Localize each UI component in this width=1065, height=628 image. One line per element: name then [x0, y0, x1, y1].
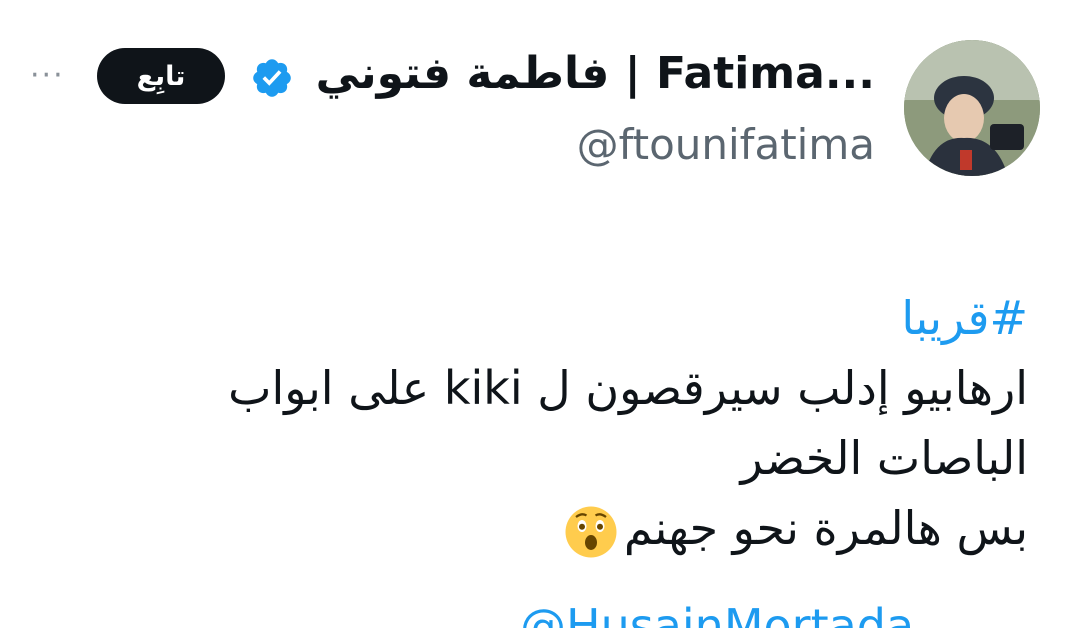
verified-badge-icon	[253, 59, 291, 97]
hashtag-link[interactable]: #قريبا	[28, 283, 1028, 353]
display-name[interactable]: فاطمة فتوني | Fatima...	[316, 46, 875, 102]
mention-link[interactable]: @HusainMortada	[520, 596, 914, 628]
tweet-line-3: بس هالمرة نحو جهنم	[28, 493, 1028, 563]
tweet-text: #قريبا ارهابيو إدلب سيرقصون ل kiki على ا…	[28, 283, 1028, 563]
tweet-card: ··· تابِع فاطمة فتوني | Fatima... @ftoun…	[0, 0, 1065, 628]
avatar-photo	[904, 40, 1040, 176]
avatar[interactable]	[904, 40, 1040, 176]
tweet-line-3-text: بس هالمرة نحو جهنم	[623, 501, 1028, 555]
astonished-face-icon	[565, 506, 617, 557]
follow-button[interactable]: تابِع	[97, 48, 225, 104]
user-handle[interactable]: @ftounifatima	[577, 118, 875, 172]
tweet-line-1: ارهابيو إدلب سيرقصون ل kiki على ابواب	[228, 361, 1028, 415]
more-options-icon[interactable]: ···	[30, 61, 65, 91]
tweet-line-2: الباصات الخضر	[740, 431, 1028, 485]
